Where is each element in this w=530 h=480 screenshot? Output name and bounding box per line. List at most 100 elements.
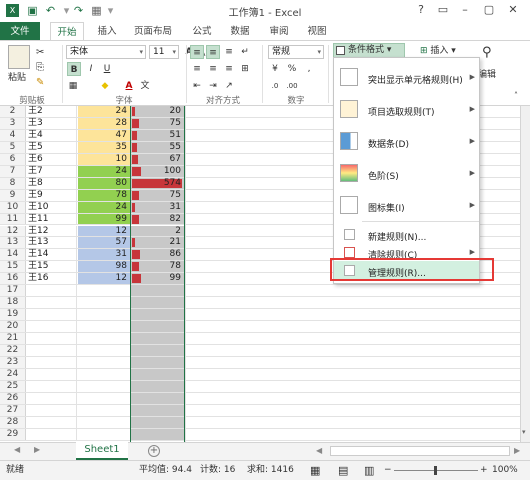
cell-name[interactable] bbox=[27, 416, 77, 428]
row-header[interactable]: 20 bbox=[0, 321, 26, 333]
cell-name[interactable]: 王13 bbox=[27, 237, 77, 249]
scroll-down-icon[interactable]: ▾ bbox=[522, 428, 526, 436]
row-header[interactable]: 25 bbox=[0, 380, 26, 392]
cell-value-b[interactable]: 78 bbox=[78, 189, 130, 201]
cell-value-b[interactable]: 24 bbox=[78, 201, 130, 213]
cell-name[interactable]: 王10 bbox=[27, 201, 77, 213]
cell-name[interactable] bbox=[27, 321, 77, 333]
hscroll-right-icon[interactable]: ▶ bbox=[514, 446, 520, 455]
cell-name[interactable]: 王8 bbox=[27, 177, 77, 189]
row-header[interactable]: 6 bbox=[0, 153, 26, 165]
close-button[interactable]: ✕ bbox=[502, 2, 524, 18]
help-button[interactable]: ? bbox=[410, 2, 432, 18]
menu-item-icon-sets[interactable]: 图标集(I) ▶ bbox=[334, 192, 479, 220]
copy-icon[interactable]: ⎘ bbox=[36, 62, 44, 73]
cell-name[interactable] bbox=[27, 380, 77, 392]
cell-value-b[interactable] bbox=[78, 369, 130, 380]
cell-value-b[interactable]: 98 bbox=[78, 261, 130, 273]
increase-decimal-icon[interactable]: .0 bbox=[268, 79, 282, 93]
fill-color-icon[interactable]: ◆ bbox=[98, 79, 112, 93]
insert-cells-button[interactable]: ⊞ 插入 ▾ bbox=[420, 45, 456, 57]
zoom-slider-thumb[interactable] bbox=[434, 466, 437, 475]
row-header[interactable]: 24 bbox=[0, 368, 26, 380]
find-icon[interactable]: ⚲ bbox=[482, 45, 492, 60]
editing-button[interactable]: 编辑 bbox=[478, 67, 496, 80]
font-name-select[interactable]: 宋体 ▾ bbox=[66, 45, 146, 59]
comma-icon[interactable]: , bbox=[302, 62, 316, 76]
maximize-button[interactable]: ▢ bbox=[478, 2, 500, 18]
sheet-tab[interactable]: Sheet1 bbox=[76, 442, 128, 460]
wrap-text-icon[interactable]: ↵ bbox=[238, 45, 252, 59]
cell-name[interactable]: 王16 bbox=[27, 273, 77, 285]
cell-value-b[interactable]: 35 bbox=[78, 141, 130, 153]
page-break-view-icon[interactable]: ▥ bbox=[364, 461, 374, 480]
row-header[interactable]: 26 bbox=[0, 392, 26, 404]
row-header[interactable]: 2 bbox=[0, 106, 26, 117]
cell-name[interactable] bbox=[27, 392, 77, 404]
increase-indent-icon[interactable]: ⇥ bbox=[206, 79, 220, 93]
cell-value-b[interactable] bbox=[78, 357, 130, 368]
menu-item-highlight-rules[interactable]: 突出显示单元格规则(H) ▶ bbox=[334, 64, 479, 92]
align-top-icon[interactable]: ≡ bbox=[190, 45, 204, 59]
cell-value-b[interactable] bbox=[78, 297, 130, 308]
decrease-indent-icon[interactable]: ⇤ bbox=[190, 79, 204, 93]
align-right-icon[interactable]: ≡ bbox=[222, 62, 236, 76]
row-header[interactable]: 7 bbox=[0, 165, 26, 177]
cell-name[interactable]: 王9 bbox=[27, 189, 77, 201]
minimize-button[interactable]: – bbox=[454, 2, 476, 18]
tab-file[interactable]: 文件 bbox=[0, 22, 40, 41]
cell-value-b[interactable] bbox=[78, 321, 130, 332]
cell-name[interactable]: 王7 bbox=[27, 165, 77, 177]
cell-name[interactable]: 王2 bbox=[27, 106, 77, 117]
row-header[interactable]: 18 bbox=[0, 297, 26, 309]
menu-item-top-bottom-rules[interactable]: 项目选取规则(T) ▶ bbox=[334, 96, 479, 124]
cell-name[interactable]: 王6 bbox=[27, 153, 77, 165]
cell-value-b[interactable] bbox=[78, 393, 130, 404]
cell-value-b[interactable] bbox=[78, 285, 130, 296]
borders-icon[interactable]: ▦ bbox=[66, 79, 80, 93]
cell-value-b[interactable] bbox=[78, 429, 130, 440]
format-painter-icon[interactable]: ✎ bbox=[36, 77, 44, 88]
tab-data[interactable]: 数据 bbox=[223, 22, 257, 41]
cell-name[interactable] bbox=[27, 428, 77, 440]
cell-value-b[interactable] bbox=[78, 405, 130, 416]
row-header[interactable]: 28 bbox=[0, 416, 26, 428]
cell-value-b[interactable] bbox=[78, 345, 130, 356]
tab-formulas[interactable]: 公式 bbox=[185, 22, 219, 41]
underline-button[interactable]: U bbox=[100, 62, 114, 76]
decrease-decimal-icon[interactable]: .00 bbox=[285, 79, 299, 93]
align-bottom-icon[interactable]: ≡ bbox=[222, 45, 236, 59]
row-header[interactable]: 10 bbox=[0, 201, 26, 213]
row-header[interactable]: 27 bbox=[0, 404, 26, 416]
cell-value-b[interactable]: 31 bbox=[78, 249, 130, 261]
row-header[interactable]: 21 bbox=[0, 333, 26, 344]
cell-name[interactable]: 王14 bbox=[27, 249, 77, 261]
tab-page-layout[interactable]: 页面布局 bbox=[128, 22, 178, 41]
cell-name[interactable]: 王12 bbox=[27, 225, 77, 237]
cell-value-b[interactable]: 24 bbox=[78, 106, 130, 117]
cell-value-b[interactable]: 80 bbox=[78, 177, 130, 189]
collapse-ribbon-icon[interactable]: ˄ bbox=[514, 91, 518, 100]
row-header[interactable]: 8 bbox=[0, 177, 26, 189]
menu-item-data-bars[interactable]: 数据条(D) ▶ bbox=[334, 128, 479, 156]
phonetic-icon[interactable]: 文 bbox=[138, 79, 152, 93]
zoom-in-icon[interactable]: + bbox=[480, 461, 488, 480]
zoom-out-icon[interactable]: − bbox=[384, 461, 392, 480]
hscroll-left-icon[interactable]: ◀ bbox=[316, 446, 322, 455]
cell-value-b[interactable]: 12 bbox=[78, 273, 130, 285]
cell-value-b[interactable]: 57 bbox=[78, 237, 130, 249]
row-header[interactable]: 17 bbox=[0, 285, 26, 297]
cell-value-b[interactable] bbox=[78, 381, 130, 392]
row-header[interactable]: 16 bbox=[0, 273, 26, 285]
cell-value-b[interactable]: 28 bbox=[78, 117, 130, 129]
currency-icon[interactable]: ¥ bbox=[268, 62, 282, 76]
cell-value-b[interactable] bbox=[78, 333, 130, 344]
row-header[interactable]: 12 bbox=[0, 225, 26, 237]
tab-insert[interactable]: 插入 bbox=[90, 22, 124, 41]
align-left-icon[interactable]: ≡ bbox=[190, 62, 204, 76]
percent-icon[interactable]: % bbox=[285, 62, 299, 76]
row-header[interactable]: 11 bbox=[0, 213, 26, 225]
cell-name[interactable] bbox=[27, 297, 77, 309]
row-header[interactable]: 9 bbox=[0, 189, 26, 201]
cell-value-b[interactable]: 12 bbox=[78, 225, 130, 237]
